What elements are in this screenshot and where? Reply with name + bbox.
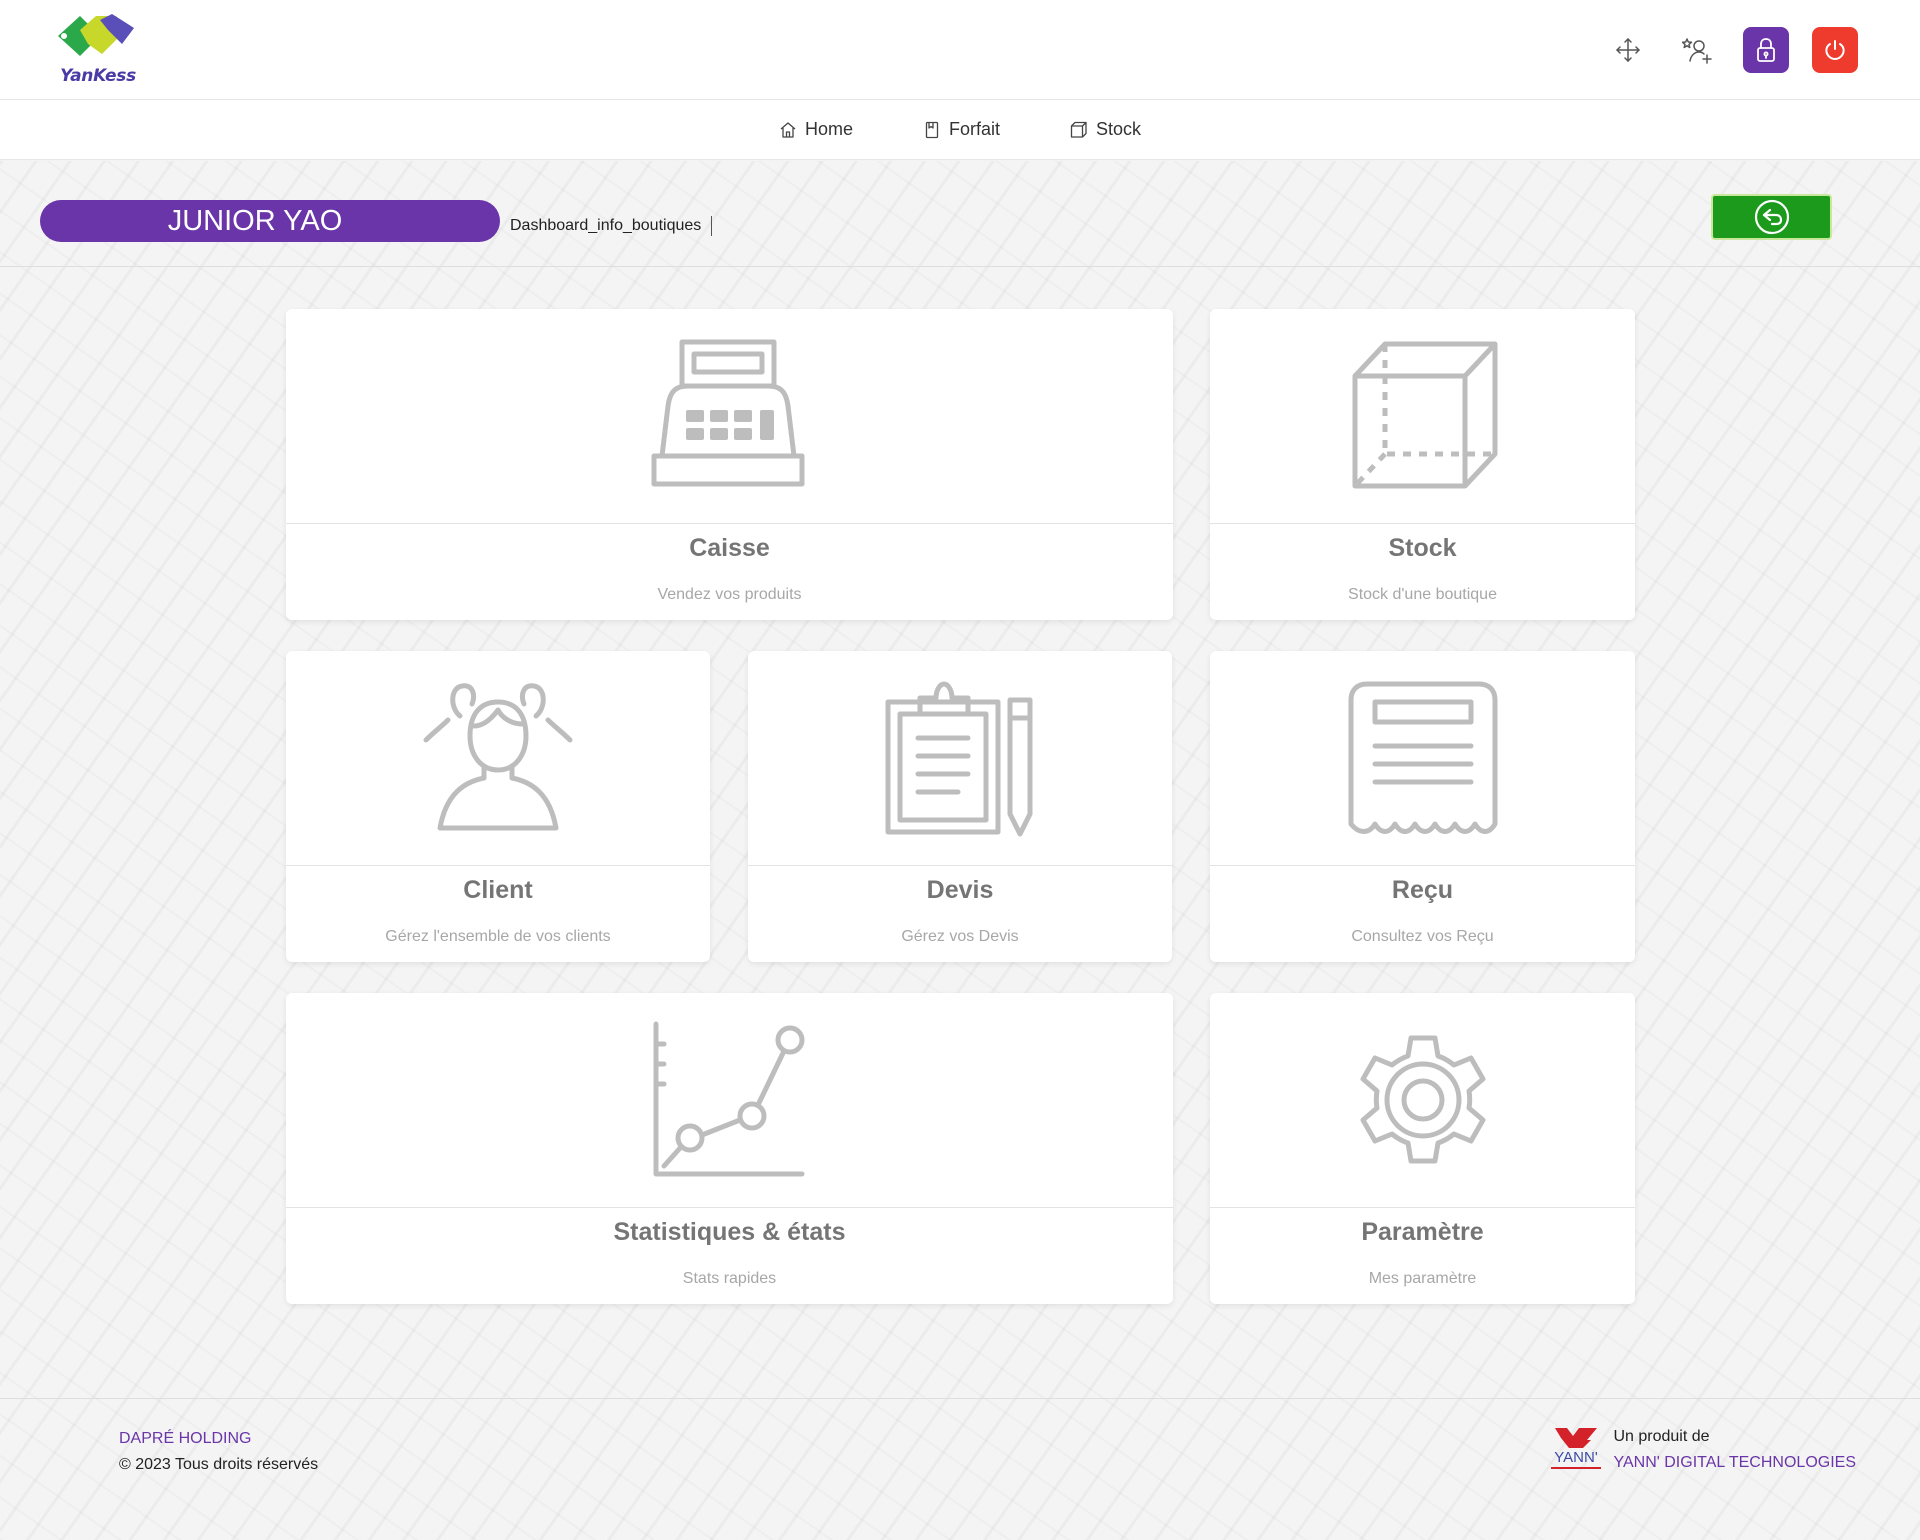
header-actions: [1605, 27, 1858, 73]
clipboard-pencil-icon: [885, 681, 1033, 837]
user-favorites-button[interactable]: [1674, 27, 1720, 73]
user-star-icon: [1682, 38, 1712, 64]
card-recu[interactable]: Reçu Consultez vos Reçu: [1210, 651, 1635, 962]
card-subtitle: Consultez vos Reçu: [1351, 928, 1494, 945]
card-icon-area: [286, 651, 710, 866]
cash-register-icon: [651, 339, 804, 487]
footer-divider: [0, 1398, 1920, 1399]
partner-logo-text: YANN': [1555, 1449, 1599, 1466]
card-title: Stock: [1388, 534, 1457, 562]
card-devis[interactable]: Devis Gérez vos Devis: [748, 651, 1172, 962]
card-title: Paramètre: [1361, 1218, 1484, 1246]
card-icon-area: [286, 309, 1173, 524]
nav-item-stock[interactable]: Stock: [1070, 119, 1141, 140]
card-title: Client: [463, 876, 533, 904]
back-arrow-icon: [1754, 199, 1789, 235]
card-icon-area: [1210, 309, 1635, 524]
section-divider: [0, 266, 1920, 267]
company-link[interactable]: YANN' DIGITAL TECHNOLOGIES: [1613, 1450, 1856, 1476]
card-subtitle: Stock d'une boutique: [1348, 586, 1497, 603]
card-subtitle: Vendez vos produits: [657, 586, 802, 603]
footer-right: YANN' Un produit de YANN' DIGITAL TECHNO…: [1547, 1424, 1856, 1476]
logout-button[interactable]: [1812, 27, 1858, 73]
holding-name[interactable]: DAPRÉ HOLDING: [119, 1426, 318, 1452]
card-icon-area: [286, 993, 1173, 1208]
logo-mark-icon: [58, 14, 134, 56]
lock-icon: [1757, 38, 1775, 62]
fullscreen-icon: [1616, 38, 1640, 62]
cube-icon: [1352, 341, 1497, 489]
copyright-text: © 2023 Tous droits réservés: [119, 1456, 319, 1473]
main-nav: Home Forfait Stock: [0, 100, 1920, 160]
footer-credit: Un produit de YANN' DIGITAL TECHNOLOGIES: [1613, 1424, 1856, 1476]
breadcrumb: Dashboard_info_boutiques: [510, 216, 713, 236]
nav-item-label: Home: [804, 119, 853, 139]
receipt-icon: [1348, 681, 1497, 834]
card-caisse[interactable]: Caisse Vendez vos produits: [286, 309, 1173, 620]
yankess-logo[interactable]: YanKess: [50, 14, 146, 90]
nav-item-home[interactable]: Home: [779, 119, 853, 140]
fullscreen-button[interactable]: [1605, 27, 1651, 73]
top-header: YanKess: [0, 0, 1920, 100]
card-title: Reçu: [1391, 876, 1454, 904]
card-subtitle: Gérez l'ensemble de vos clients: [385, 928, 611, 945]
gear-icon: [1360, 1035, 1485, 1164]
card-statistiques[interactable]: Statistiques & états Stats rapides: [286, 993, 1173, 1304]
nav-item-label: Forfait: [948, 119, 1000, 139]
card-subtitle: Mes paramètre: [1368, 1270, 1477, 1287]
card-icon-area: [1210, 993, 1635, 1208]
footer-left: DAPRÉ HOLDING © 2023 Tous droits réservé…: [119, 1426, 318, 1478]
home-icon: [780, 121, 796, 138]
card-subtitle: Gérez vos Devis: [901, 928, 1019, 945]
logo-text: YanKess: [60, 66, 136, 86]
yann-logo: YANN': [1551, 1428, 1602, 1469]
card-icon-area: [1210, 651, 1635, 866]
user-name-badge: JUNIOR YAO: [40, 200, 500, 242]
card-client[interactable]: Client Gérez l'ensemble de vos clients: [286, 651, 710, 962]
card-title: Caisse: [689, 534, 770, 562]
card-subtitle: Stats rapides: [682, 1270, 777, 1287]
card-title: Statistiques & états: [613, 1218, 846, 1246]
card-icon-area: [748, 651, 1172, 866]
users-icon: [423, 683, 573, 831]
card-title: Devis: [926, 876, 994, 904]
nav-item-label: Stock: [1096, 119, 1142, 139]
bookmark-icon: [925, 121, 939, 138]
card-parametre[interactable]: Paramètre Mes paramètre: [1210, 993, 1635, 1304]
power-icon: [1825, 40, 1845, 61]
card-stock[interactable]: Stock Stock d'une boutique: [1210, 309, 1635, 620]
box-icon: [1070, 121, 1087, 138]
line-chart-icon: [653, 1021, 804, 1177]
nav-item-forfait[interactable]: Forfait: [923, 119, 1000, 140]
produit-label: Un produit de: [1613, 1428, 1710, 1445]
back-button[interactable]: [1711, 194, 1832, 240]
lock-button[interactable]: [1743, 27, 1789, 73]
